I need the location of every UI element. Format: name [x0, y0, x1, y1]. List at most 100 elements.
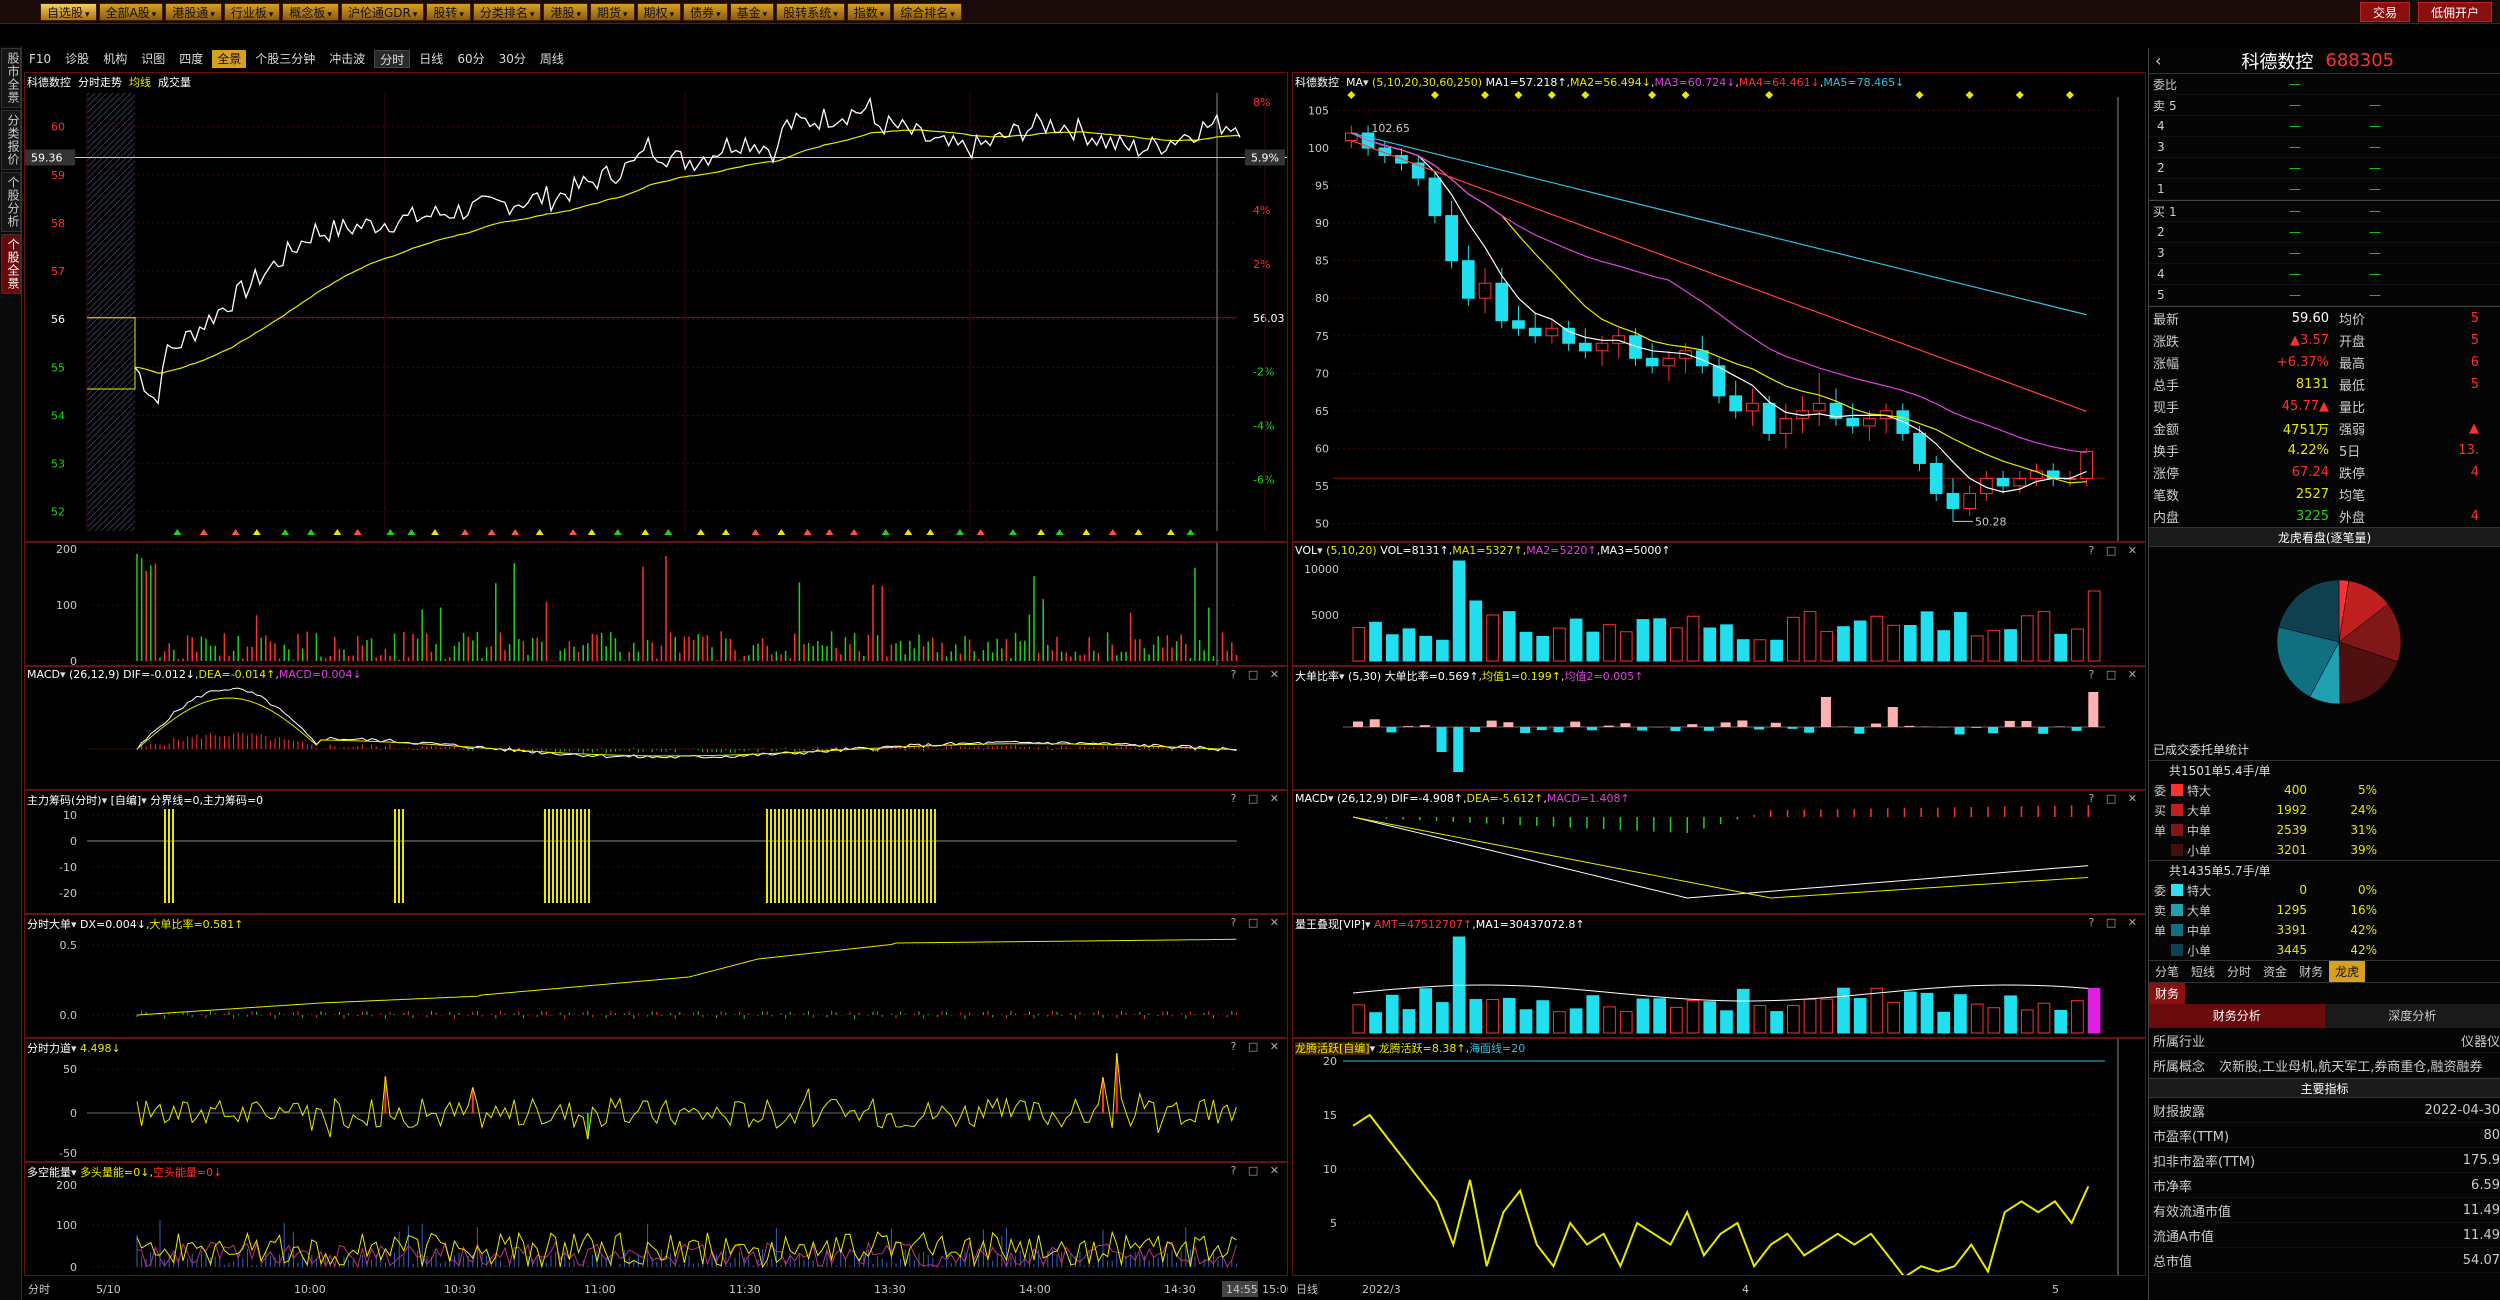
kline-active-chart[interactable]: 20 15 10 5 [1293, 1039, 2145, 1275]
candle-body [1779, 417, 1793, 434]
menu-item-3[interactable]: 行业板 ▾ [223, 3, 281, 21]
menu-item-15[interactable]: 综合排名 ▾ [893, 3, 962, 21]
shockwave-button[interactable]: 冲击波 [324, 50, 370, 68]
menu-item-11[interactable]: 债券 ▾ [683, 3, 728, 21]
kline-bigratio-chart[interactable] [1293, 667, 2145, 789]
menu-item-1[interactable]: 全部A股 ▾ [98, 3, 164, 21]
menu-item-4[interactable]: 概念板 ▾ [282, 3, 339, 21]
kline-chart[interactable]: 105 100 95 90 85 80 75 70 65 60 55 50 102.65 50.28 [1293, 73, 2145, 541]
big-order-chart[interactable]: 0.5 0.0 [25, 915, 1287, 1037]
signal-marker [926, 529, 935, 535]
info-tab-1[interactable]: 短线 [2185, 961, 2221, 982]
signal-marker [333, 529, 342, 535]
menu-item-5[interactable]: 沪伦通GDR ▾ [340, 3, 425, 21]
menu-item-14[interactable]: 指数 ▾ [846, 3, 892, 21]
bigratio-bar [1703, 727, 1714, 731]
kline-volking-chart[interactable] [1293, 915, 2145, 1037]
volking-bar [1887, 1001, 1900, 1034]
f10-button[interactable]: F10 [24, 50, 56, 68]
kvol-bar [1536, 635, 1550, 662]
diagnose-button[interactable]: 诊股 [60, 50, 94, 68]
asks-side-label: 3 [2149, 140, 2195, 154]
legend-swatch [2171, 944, 2183, 956]
info-tab-3[interactable]: 资金 [2257, 961, 2293, 982]
finance-label: 市盈率(TTM) [2153, 1129, 2230, 1145]
intraday-macd-chart[interactable] [25, 667, 1287, 789]
order-ratio-label: 委比 [2153, 77, 2178, 92]
quote-row: 总手 8131 最低 5 [2149, 373, 2500, 395]
volking-bar [2037, 1002, 2051, 1034]
level-volume: — [2289, 225, 2301, 239]
bigratio-bar [1754, 727, 1765, 730]
institution-button[interactable]: 机构 [98, 50, 132, 68]
deep-analysis-tab[interactable]: 深度分析 [2324, 1004, 2500, 1028]
force-chart[interactable]: 50 0 -50 [25, 1039, 1287, 1161]
tab-market-overview[interactable]: 股市全景 [1, 48, 21, 108]
bigratio-bar [1887, 707, 1898, 727]
stat-side: 委 [2153, 883, 2166, 898]
volking-bar [1553, 1011, 1566, 1034]
menu-item-0[interactable]: 自选股 ▾ [40, 3, 97, 21]
period-intraday[interactable]: 分时 [374, 50, 411, 68]
period-30min[interactable]: 30分 [494, 50, 531, 68]
kline-tick-label: 105 [1308, 105, 1329, 118]
quote-row: 最新 59.60 均价 5 [2149, 307, 2500, 329]
menu-item-10[interactable]: 期权 ▾ [636, 3, 682, 21]
legend-swatch [2171, 904, 2183, 916]
intraday-macd-panel: MACD▾ (26,12,9) DIF=-0.012↓,DEA=-0.014↑,… [24, 666, 1288, 790]
pct-tick-label: 8% [1253, 96, 1270, 109]
kvol-bar [2020, 615, 2034, 662]
kline-volume-chart[interactable]: 10000 5000 [1293, 543, 2145, 665]
period-60min[interactable]: 60分 [452, 50, 489, 68]
menu-item-12[interactable]: 基金 ▾ [729, 3, 775, 21]
kvol-bar [2054, 633, 2068, 662]
quote-label-2: 5日 [2339, 444, 2361, 460]
fin-analysis-tab[interactable]: 财务分析 [2149, 1004, 2325, 1028]
event-marker [1581, 91, 1590, 99]
menu-item-13[interactable]: 股转系统 ▾ [776, 3, 845, 21]
candle-body [1996, 477, 2010, 487]
bigratio-bar [1503, 722, 1514, 727]
overview-button[interactable]: 全景 [212, 50, 247, 68]
tab-stock-overview[interactable]: 个股全景 [1, 234, 21, 294]
menu-item-7[interactable]: 分类排名 ▾ [472, 3, 542, 21]
open-account-button[interactable]: 低佣开户 [2417, 2, 2492, 22]
main-chips-chart[interactable]: 10 0 -10 -20 [25, 791, 1287, 913]
finance-tab[interactable]: 财务 [2149, 983, 2186, 1004]
bigratio-bar [1469, 727, 1481, 732]
candle-body [1645, 357, 1659, 367]
period-weekly[interactable]: 周线 [535, 50, 569, 68]
energy-panel: 多空能量▾ 多头量能=0↓,空头能量=0↓ ? □ ✕ 200 100 0 [24, 1162, 1288, 1276]
kline-macd-chart[interactable] [1293, 791, 2145, 913]
menu-item-6[interactable]: 股转 ▾ [426, 3, 471, 21]
tab-stock-analysis[interactable]: 个股分析 [1, 172, 21, 232]
quote-label: 金额 [2153, 422, 2180, 438]
energy-chart[interactable]: 200 100 0 [25, 1163, 1287, 1275]
trade-button[interactable]: 交易 [2359, 2, 2410, 22]
menu-item-8[interactable]: 港股 ▾ [543, 3, 588, 21]
info-tab-4[interactable]: 财务 [2293, 961, 2329, 982]
stat-side: 单 [2153, 923, 2166, 938]
volking-bar [1369, 1012, 1382, 1034]
back-icon[interactable]: ‹ [2155, 51, 2161, 70]
volking-bar [1954, 994, 1967, 1034]
kvol-bar [1519, 631, 1533, 662]
three-minute-button[interactable]: 个股三分钟 [250, 50, 320, 68]
menu-item-2[interactable]: 港股通 ▾ [165, 3, 222, 21]
intraday-volume-chart[interactable]: 200 100 0 [25, 543, 1287, 665]
info-tab-5[interactable]: 龙虎 [2329, 961, 2366, 982]
legend-swatch [2171, 784, 2183, 796]
info-tab-2[interactable]: 分时 [2221, 961, 2257, 982]
quote-row: 笔数 2527 均笔 [2149, 483, 2500, 505]
four-degree-button[interactable]: 四度 [174, 50, 208, 68]
quote-label-2: 量比 [2339, 400, 2366, 416]
period-daily[interactable]: 日线 [414, 50, 448, 68]
stat-row: 单 中单 2539 31% [2149, 820, 2500, 840]
tab-category-quotes[interactable]: 分类报价 [1, 110, 21, 170]
menu-item-9[interactable]: 期货 ▾ [590, 3, 635, 21]
chart-recognize-button[interactable]: 识图 [136, 50, 170, 68]
intraday-price-chart[interactable]: 6059585756555453528%6%4%2%-2%-4%-6%56.03… [25, 73, 1287, 541]
sell-summary: 共1435单5.7手/单 [2149, 860, 2500, 880]
info-tab-0[interactable]: 分笔 [2149, 961, 2185, 982]
kvol-tick-label: 5000 [1311, 609, 1339, 622]
